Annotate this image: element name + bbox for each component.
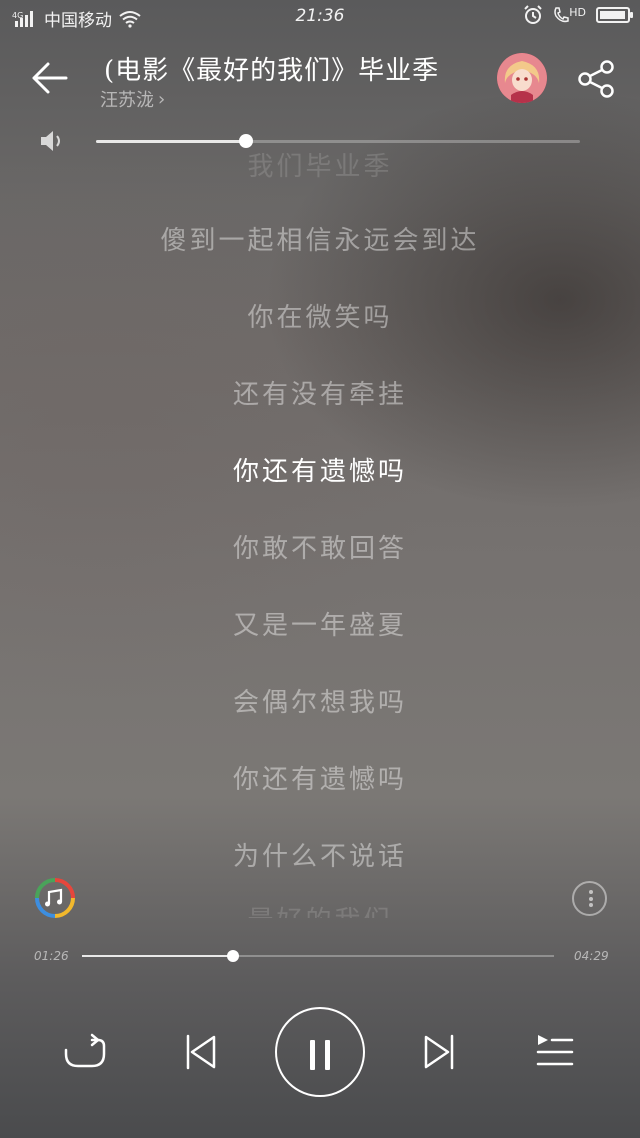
lyric-line: 你还有遗憾吗 [232, 765, 407, 795]
volume-slider[interactable] [96, 134, 580, 148]
lyric-line: 还有没有牵挂 [232, 380, 407, 410]
artist-link[interactable]: 汪苏泷 › [100, 86, 165, 112]
volume-fill [96, 140, 247, 143]
hd-call-indicator: HD [553, 6, 586, 24]
alarm-icon [524, 5, 542, 24]
playlist-icon [536, 1035, 574, 1066]
status-right: HD [523, 5, 633, 25]
album-avatar[interactable] [497, 53, 547, 103]
share-icon [578, 60, 614, 98]
lyrics-panel[interactable]: 我们毕业季 傻到一起相信永远会到达 你在微笑吗 还有没有牵挂 你还有遗憾吗 你敢… [0, 148, 640, 918]
arrow-left-icon [32, 62, 68, 94]
music-note-icon [35, 878, 75, 918]
avatar-art [497, 53, 547, 103]
status-bar: 4G 中国移动 21:36 HD [0, 0, 640, 34]
previous-button[interactable] [183, 1032, 219, 1072]
lyric-line: 我们毕业季 [247, 152, 393, 182]
pause-icon-bar [325, 1040, 330, 1070]
pause-icon [310, 1040, 315, 1070]
phone-icon [554, 7, 569, 23]
music-app-logo-button[interactable] [34, 877, 76, 919]
progress-fill [82, 955, 234, 957]
battery-icon [596, 7, 633, 23]
back-button[interactable] [26, 56, 74, 100]
lyric-line: 傻到一起相信永远会到达 [160, 226, 480, 256]
repeat-button[interactable] [62, 1032, 108, 1072]
more-vertical-icon-dot [588, 903, 593, 907]
lyric-line-current: 你还有遗憾吗 [232, 457, 407, 487]
lyric-line: 最好的我们 [0, 900, 640, 918]
more-button[interactable] [572, 881, 607, 916]
next-button[interactable] [421, 1032, 457, 1072]
chevron-right-icon: › [158, 88, 166, 110]
skip-next-icon [424, 1034, 454, 1070]
lyric-line: 会偶尔想我吗 [232, 688, 407, 718]
hd-label: HD [569, 6, 586, 19]
lyric-line: 为什么不说话 [232, 842, 407, 872]
artist-name: 汪苏泷 [100, 90, 154, 111]
lyric-line: 又是一年盛夏 [232, 611, 407, 641]
repeat-icon [64, 1033, 106, 1068]
share-button[interactable] [576, 58, 618, 100]
progress-thumb[interactable] [227, 950, 240, 962]
total-time: 04:29 [574, 949, 609, 963]
elapsed-time: 01:26 [34, 949, 69, 963]
volume-thumb[interactable] [239, 134, 254, 148]
more-vertical-icon [588, 890, 593, 894]
song-title: (电影《最好的我们》毕业季 [104, 56, 440, 86]
lyric-line: 你敢不敢回答 [232, 534, 407, 564]
more-vertical-icon-dot [588, 896, 593, 901]
skip-previous-icon [186, 1034, 216, 1070]
lyric-line: 你在微笑吗 [247, 303, 393, 333]
pause-button[interactable] [275, 1007, 365, 1097]
progress-slider[interactable] [82, 950, 554, 962]
battery-level [600, 11, 625, 19]
playlist-button[interactable] [534, 1032, 576, 1072]
